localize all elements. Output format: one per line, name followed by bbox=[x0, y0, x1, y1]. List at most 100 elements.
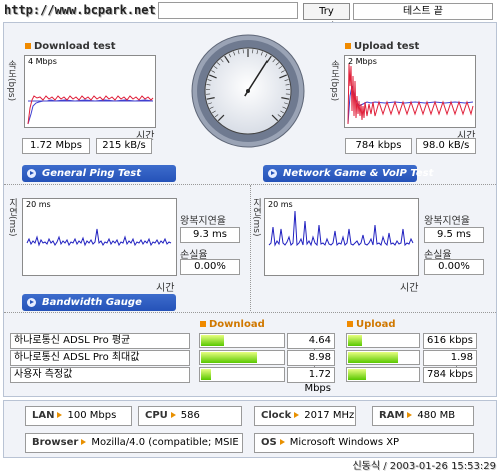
arrow-right-icon bbox=[81, 439, 87, 445]
ping-rtt-label: 왕복지연율 bbox=[180, 216, 226, 227]
ping-scale-label: 20 ms bbox=[26, 200, 51, 209]
arrow-right-icon bbox=[57, 412, 63, 418]
lan-value: 100 Mbps bbox=[67, 410, 117, 421]
browser-label: Browser bbox=[32, 437, 79, 448]
footer-credit: 신동식 / 2003-01-26 15:53:29 bbox=[352, 461, 496, 471]
lan-label: LAN bbox=[32, 410, 55, 421]
tab-network-game[interactable]: Network Game & VoIP Test bbox=[263, 165, 433, 182]
cpu-label: CPU bbox=[145, 410, 168, 421]
bandwidth-download-header: Download bbox=[200, 319, 265, 330]
download-gauge-fill bbox=[201, 369, 211, 380]
speedometer-svg bbox=[191, 34, 305, 148]
bandwidth-upload-header: Upload bbox=[347, 319, 395, 330]
clock-info: Clock 2017 MHz bbox=[254, 406, 356, 426]
arrow-right-icon bbox=[279, 439, 285, 445]
bullet-icon bbox=[200, 321, 206, 327]
download-title-text: Download test bbox=[34, 41, 116, 52]
game-rtt-value: 9.5 ms bbox=[424, 227, 484, 243]
upload-gauge-fill bbox=[348, 335, 362, 346]
ping-latency-line bbox=[26, 228, 172, 247]
upload-chart-svg bbox=[347, 63, 474, 125]
gauge-hub bbox=[246, 89, 250, 93]
arrow-right-icon bbox=[294, 412, 300, 418]
bandwidth-upload-header-text: Upload bbox=[356, 319, 396, 330]
download-gauge-bar bbox=[199, 333, 285, 348]
bullet-icon bbox=[347, 321, 353, 327]
bandwidth-row-label: 하나로통신 ADSL Pro 최대값 bbox=[10, 350, 190, 366]
game-x-label: 시간 bbox=[400, 283, 419, 294]
try-again-button[interactable]: Try again bbox=[303, 3, 350, 32]
download-gauge-value: 8.98 Mbps bbox=[287, 350, 335, 377]
ram-value: 480 MB bbox=[417, 410, 456, 421]
browser-value: Mozilla/4.0 (compatible; MSIE 6.0 bbox=[91, 437, 243, 448]
download-gauge-value: 1.72 Mbps bbox=[287, 367, 335, 394]
tab-general-ping[interactable]: General Ping Test bbox=[22, 165, 176, 182]
upload-kbps-value: 784 kbps bbox=[345, 138, 412, 154]
game-rtt-label: 왕복지연율 bbox=[424, 216, 470, 227]
game-chart: 20 ms bbox=[264, 198, 419, 276]
download-chart-svg bbox=[27, 95, 154, 125]
separator-bottom bbox=[4, 312, 496, 313]
upload-gauge-fill bbox=[348, 352, 399, 363]
game-loss-value: 0.00% bbox=[424, 259, 484, 275]
upload-gauge-bar bbox=[346, 350, 420, 365]
download-gauge-fill bbox=[201, 352, 257, 363]
upload-gauge-value: 616 kbps bbox=[423, 333, 477, 349]
ping-x-label: 시간 bbox=[156, 283, 175, 294]
download-gauge-value: 4.64 Mbps bbox=[287, 333, 335, 360]
download-y-label: 속도(bps) bbox=[6, 60, 16, 102]
speedometer bbox=[190, 33, 306, 149]
ram-label: RAM bbox=[379, 410, 405, 421]
ping-loss-value: 0.00% bbox=[180, 259, 240, 275]
arrow-right-icon bbox=[170, 412, 176, 418]
download-gauge-fill bbox=[201, 335, 224, 346]
clock-value: 2017 MHz bbox=[304, 410, 355, 421]
game-chart-svg bbox=[268, 210, 414, 247]
bullet-icon bbox=[345, 43, 351, 49]
ping-rtt-value: 9.3 ms bbox=[180, 227, 240, 243]
upload-scale-label: 2 Mbps bbox=[348, 57, 377, 66]
game-y-label: 지연(ms) bbox=[251, 198, 261, 237]
clock-label: Clock bbox=[261, 410, 292, 421]
cpu-info: CPU 586 bbox=[138, 406, 242, 426]
upload-title-text: Upload test bbox=[354, 41, 420, 52]
download-gauge-bar bbox=[199, 367, 285, 382]
os-label: OS bbox=[261, 437, 277, 448]
upload-gauge-fill bbox=[348, 369, 367, 380]
download-speed-line bbox=[27, 95, 154, 125]
ping-y-label: 지연(ms) bbox=[7, 198, 17, 237]
url-field[interactable] bbox=[158, 2, 298, 19]
play-icon bbox=[268, 169, 277, 178]
bandwidth-download-header-text: Download bbox=[209, 319, 265, 330]
upload-gauge-bar bbox=[346, 367, 420, 382]
bullet-icon bbox=[25, 43, 31, 49]
upload-y-label: 속도(bps) bbox=[329, 60, 339, 102]
play-icon bbox=[27, 298, 36, 307]
game-scale-label: 20 ms bbox=[268, 200, 293, 209]
ram-info: RAM 480 MB bbox=[372, 406, 474, 426]
game-latency-line bbox=[268, 210, 414, 247]
bandwidth-row-label: 하나로통신 ADSL Pro 평균 bbox=[10, 333, 190, 349]
download-title: Download test bbox=[25, 41, 116, 52]
status-text: 테스트 끝 bbox=[353, 3, 493, 20]
upload-kbs-value: 98.0 kB/s bbox=[416, 138, 476, 154]
cpu-value: 586 bbox=[180, 410, 200, 421]
upload-gauge-value: 784 kbps bbox=[423, 367, 477, 383]
os-info: OS Microsoft Windows XP bbox=[254, 433, 474, 453]
ping-chart-svg bbox=[26, 228, 172, 247]
download-kbs-value: 215 kB/s bbox=[96, 138, 152, 154]
download-throughput-line bbox=[27, 99, 154, 125]
upload-speed-line bbox=[347, 63, 474, 125]
tab-network-game-label: Network Game & VoIP Test bbox=[283, 168, 434, 179]
download-gauge-bar bbox=[199, 350, 285, 365]
browser-info: Browser Mozilla/4.0 (compatible; MSIE 6.0 bbox=[25, 433, 243, 453]
tab-general-ping-label: General Ping Test bbox=[42, 168, 142, 179]
upload-chart: 2 Mbps bbox=[344, 55, 476, 128]
play-icon bbox=[27, 169, 36, 178]
tab-bandwidth-gauge-label: Bandwidth Gauge bbox=[42, 297, 142, 308]
tab-bandwidth-gauge[interactable]: Bandwidth Gauge bbox=[22, 294, 176, 311]
site-url: http://www.bcpark.net bbox=[4, 3, 156, 17]
download-mbps-value: 1.72 Mbps bbox=[22, 138, 90, 154]
arrow-right-icon bbox=[407, 412, 413, 418]
download-scale-label: 4 Mbps bbox=[28, 57, 57, 66]
